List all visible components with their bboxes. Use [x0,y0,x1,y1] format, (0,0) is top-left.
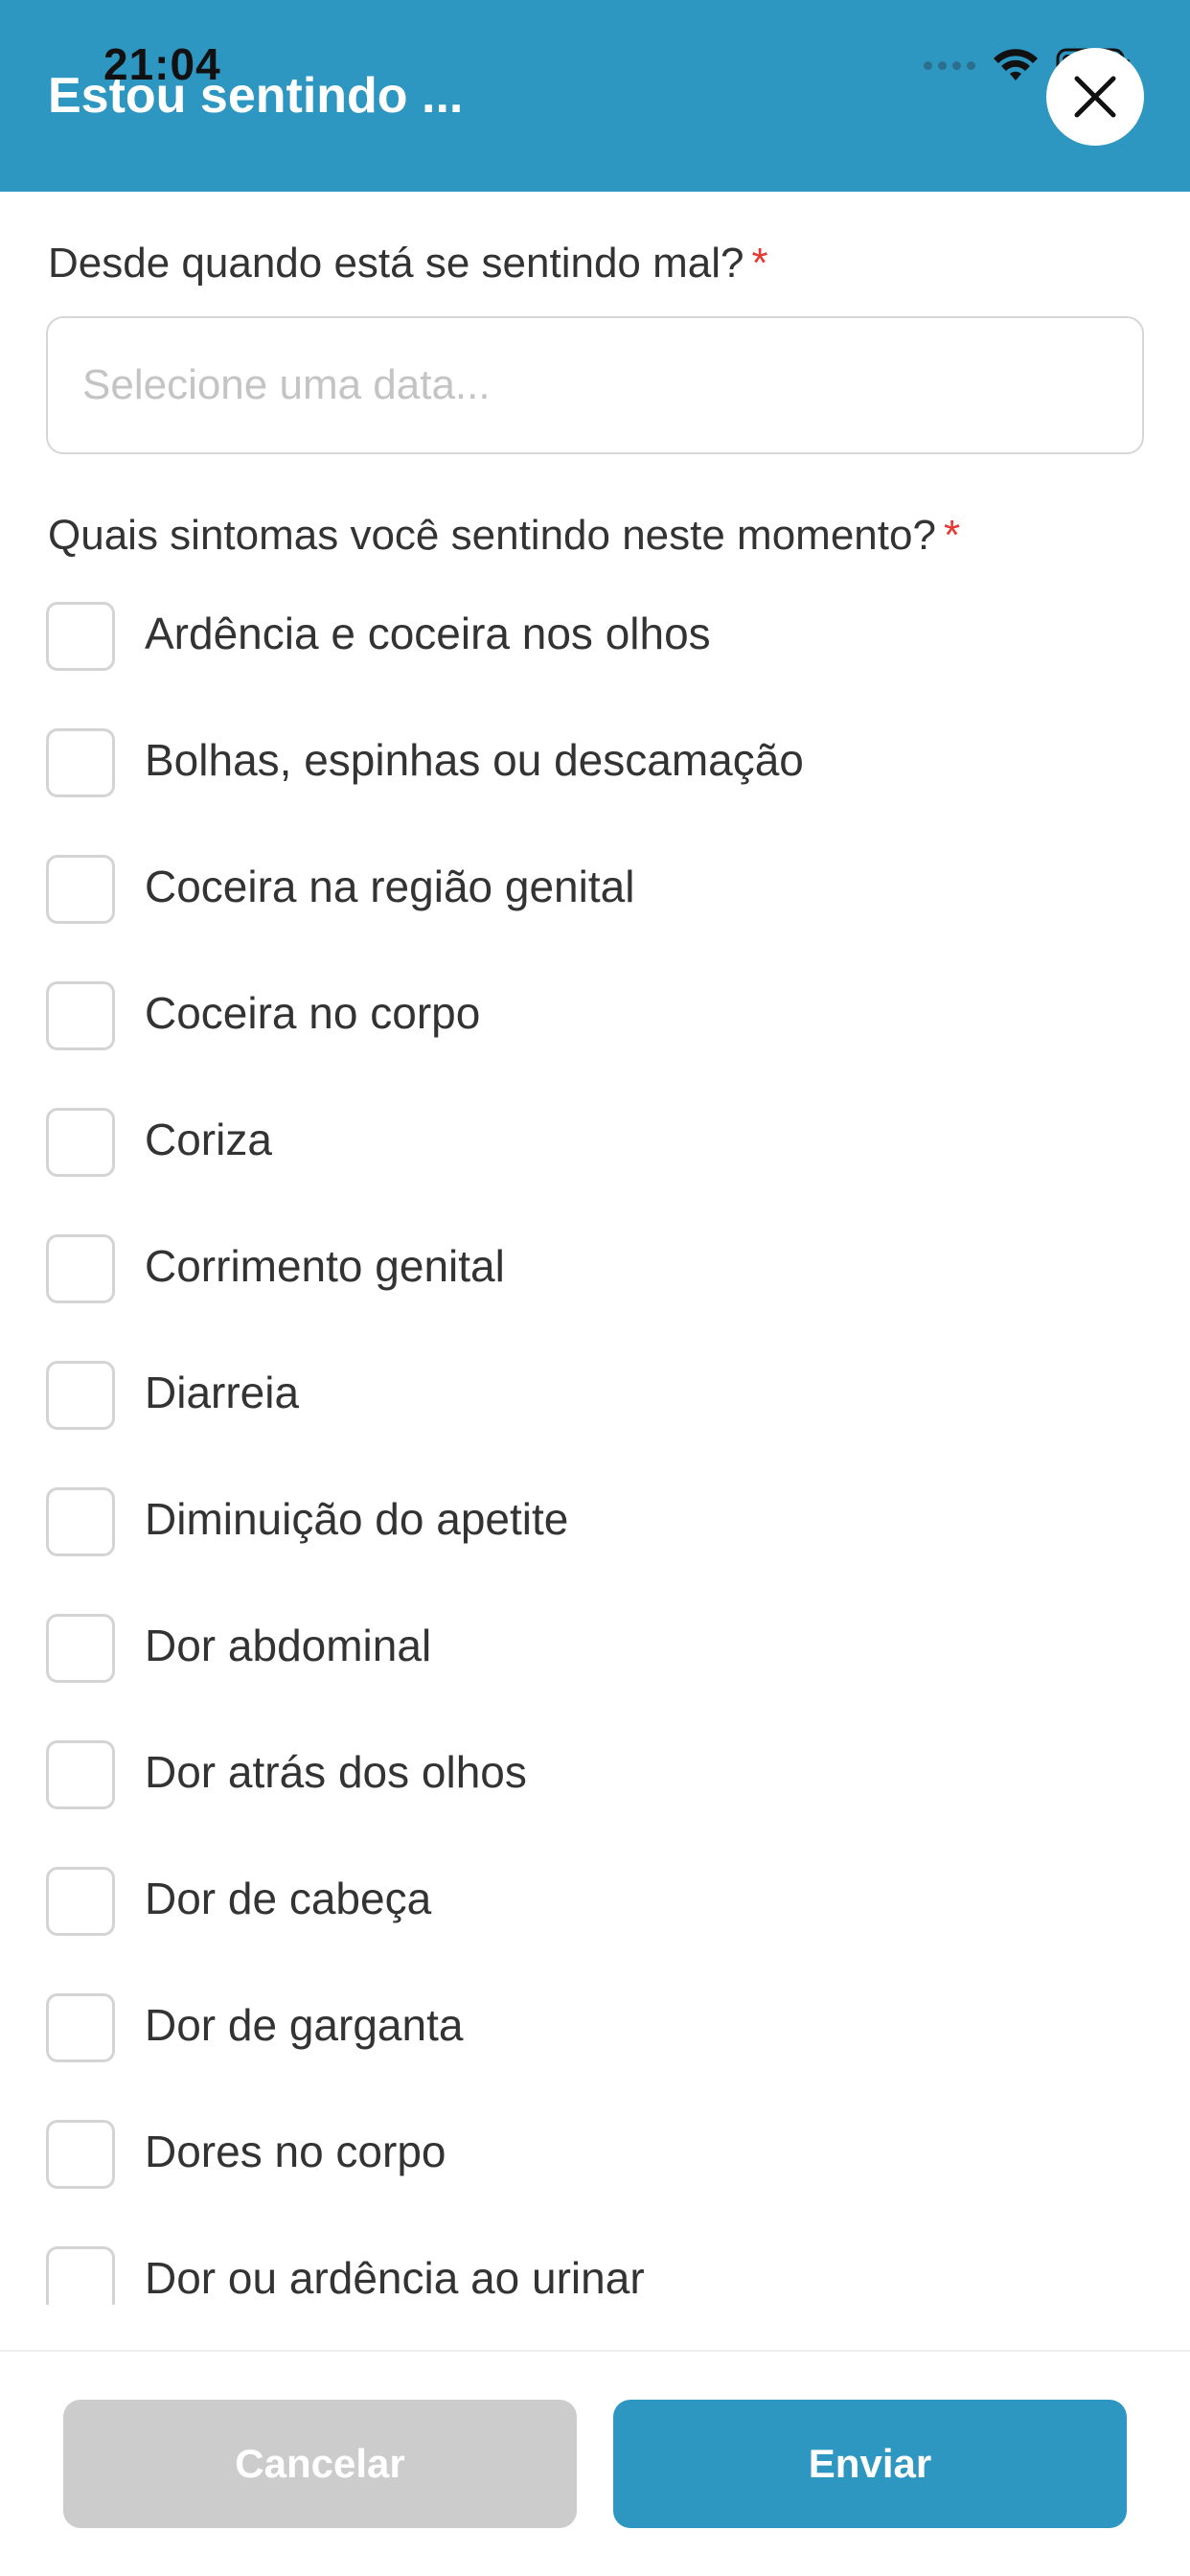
symptom-label: Coceira na região genital [145,862,635,911]
symptom-item[interactable]: Dor atrás dos olhos [0,1727,1190,1853]
symptom-label: Diarreia [145,1368,300,1417]
close-icon [1074,76,1116,118]
symptom-item[interactable]: Dores no corpo [0,2106,1190,2233]
since-question-label: Desde quando está se sentindo mal? * [48,240,768,288]
symptom-item[interactable]: Diminuição do apetite [0,1474,1190,1600]
symptom-checkbox[interactable] [46,1740,115,1809]
symptom-label: Dor atrás dos olhos [145,1747,527,1797]
symptom-label: Coriza [145,1115,272,1164]
header-bar: 21:04 Estou sentindo ... [0,0,1190,192]
symptom-label: Dor abdominal [145,1621,432,1670]
required-marker: * [751,240,768,287]
symptom-checkbox[interactable] [46,602,115,671]
close-button[interactable] [1046,48,1144,146]
symptom-list: Ardência e coceira nos olhos Bolhas, esp… [0,588,1190,2305]
symptom-checkbox[interactable] [46,2120,115,2189]
symptom-checkbox[interactable] [46,2246,115,2305]
symptom-item[interactable]: Ardência e coceira nos olhos [0,588,1190,715]
symptom-item[interactable]: Corrimento genital [0,1221,1190,1347]
cancel-button[interactable]: Cancelar [63,2400,577,2528]
symptom-checkbox[interactable] [46,1993,115,2062]
required-marker: * [943,512,961,559]
symptom-label: Dor de cabeça [145,1874,432,1923]
date-input[interactable] [46,316,1144,454]
symptoms-question-label: Quais sintomas você sentindo neste momen… [48,512,960,560]
symptom-checkbox[interactable] [46,728,115,797]
symptom-label: Coceira no corpo [145,988,481,1038]
footer-actions: Cancelar Enviar [0,2350,1190,2576]
symptom-item[interactable]: Dor ou ardência ao urinar [0,2233,1190,2305]
symptom-checkbox[interactable] [46,855,115,924]
symptom-item[interactable]: Coceira no corpo [0,968,1190,1094]
symptom-checkbox[interactable] [46,1867,115,1936]
symptom-checkbox[interactable] [46,1614,115,1683]
symptom-label: Dor de garganta [145,2000,464,2050]
symptom-item[interactable]: Dor de cabeça [0,1853,1190,1980]
symptom-checkbox[interactable] [46,981,115,1050]
symptom-checkbox[interactable] [46,1361,115,1430]
symptom-item[interactable]: Coceira na região genital [0,841,1190,968]
symptom-label: Dor ou ardência ao urinar [145,2253,645,2303]
send-button[interactable]: Enviar [613,2400,1127,2528]
symptoms-question-text: Quais sintomas você sentindo neste momen… [48,512,936,559]
symptom-item[interactable]: Dor abdominal [0,1600,1190,1727]
since-question-text: Desde quando está se sentindo mal? [48,240,744,287]
symptom-item[interactable]: Bolhas, espinhas ou descamação [0,715,1190,841]
page-title: Estou sentindo ... [48,68,464,124]
symptom-label: Corrimento genital [145,1241,505,1291]
symptom-label: Bolhas, espinhas ou descamação [145,735,804,785]
symptom-checkbox[interactable] [46,1108,115,1177]
symptom-item[interactable]: Diarreia [0,1347,1190,1474]
signal-dots-icon [924,60,975,70]
symptom-label: Dores no corpo [145,2127,446,2176]
symptom-item[interactable]: Dor de garganta [0,1980,1190,2106]
wifi-icon [994,49,1038,80]
symptom-label: Diminuição do apetite [145,1494,569,1544]
symptom-checkbox[interactable] [46,1234,115,1303]
form-content[interactable]: Desde quando está se sentindo mal?* Quai… [0,192,1190,2305]
symptom-item[interactable]: Coriza [0,1094,1190,1221]
symptom-checkbox[interactable] [46,1487,115,1556]
symptom-label: Ardência e coceira nos olhos [145,609,711,658]
symptom-report-screen: 21:04 Estou sentindo ... Desde quando es… [0,0,1190,2576]
